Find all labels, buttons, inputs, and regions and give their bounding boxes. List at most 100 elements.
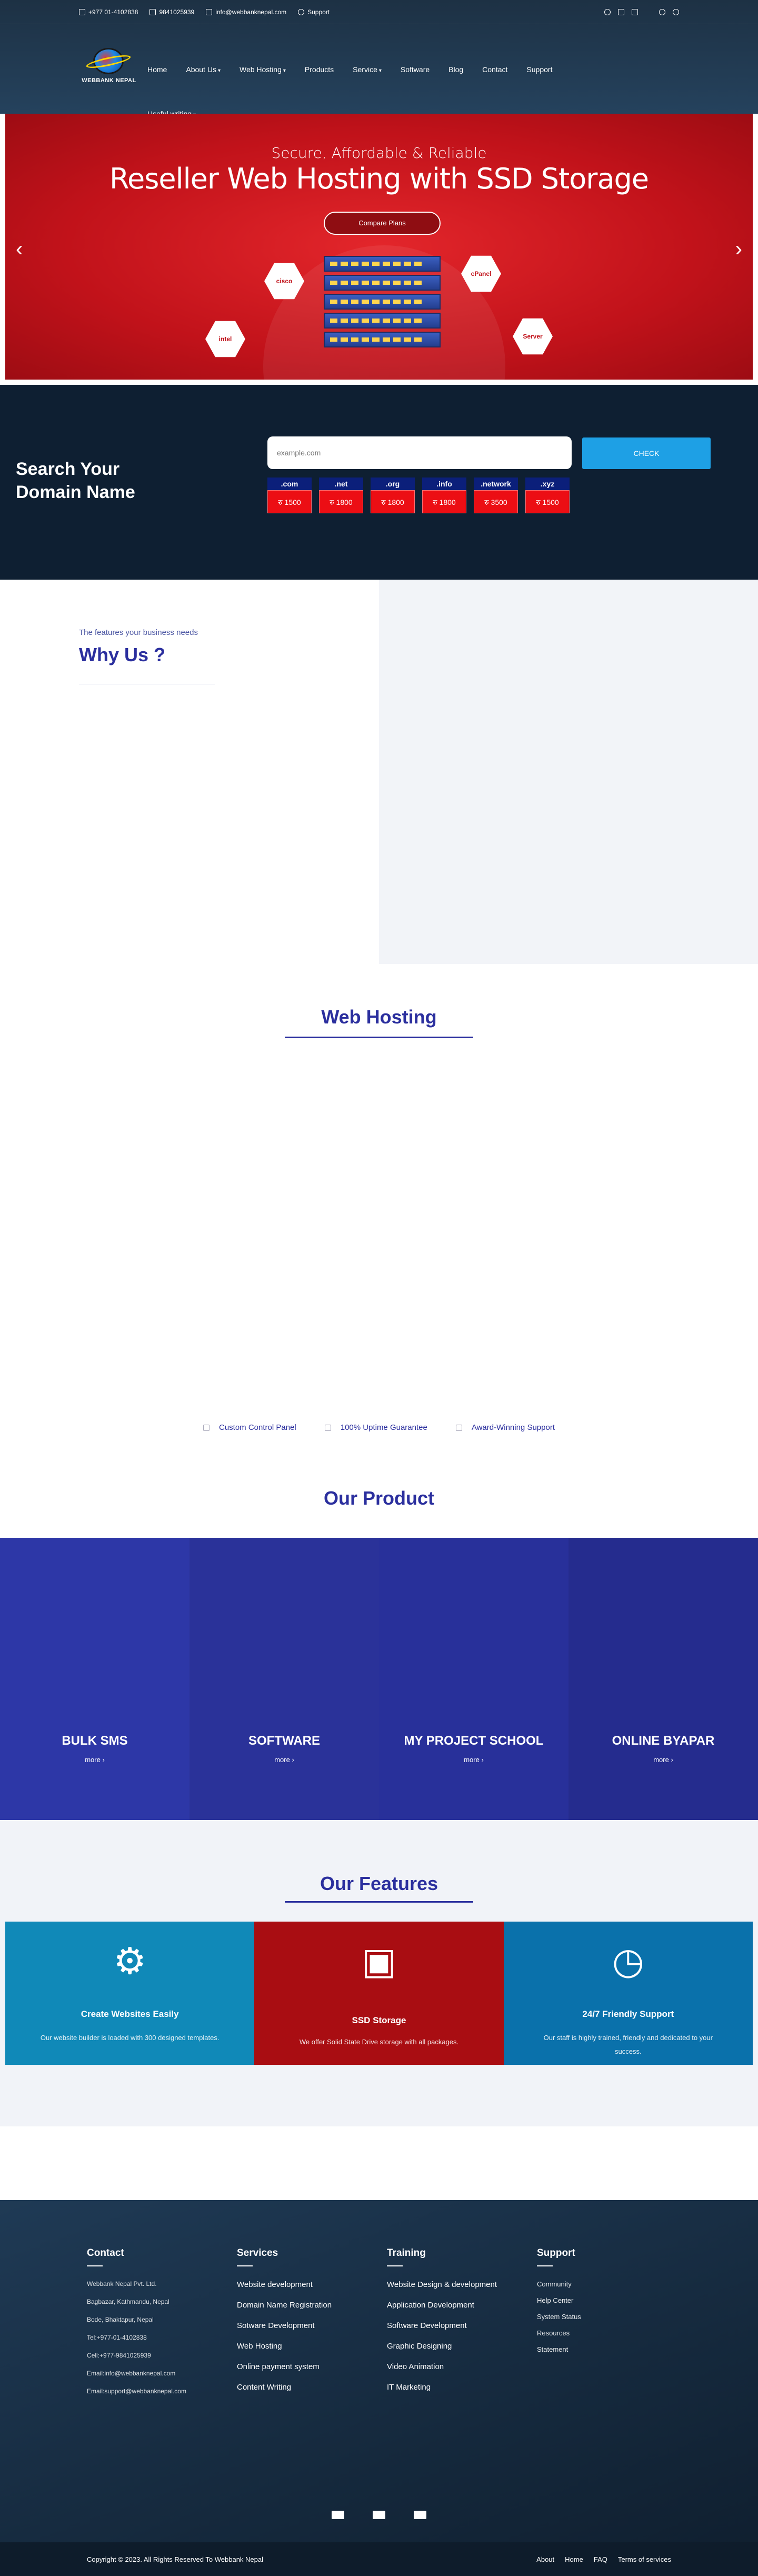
domain-heading-line2: Domain Name	[16, 482, 135, 502]
domain-heading-line1: Search Your	[16, 459, 120, 479]
footer-link[interactable]: Resources	[537, 2329, 581, 2337]
search-icon[interactable]	[673, 8, 679, 15]
tld-name: .com	[267, 478, 312, 490]
contact-line[interactable]: Email:info@webbanknepal.com	[87, 2370, 186, 2377]
footer-support: Support Community Help Center System Sta…	[537, 2247, 581, 2362]
nav-service[interactable]: Service ▾	[353, 65, 382, 74]
more-link[interactable]: more ›	[0, 1756, 190, 1764]
contact-line: Bode, Bhaktapur, Nepal	[87, 2316, 154, 2323]
more-link[interactable]: more ›	[190, 1756, 379, 1764]
product-card[interactable]: ONLINE BYAPAR more ›	[568, 1538, 758, 1820]
contact-line[interactable]: Cell:+977-9841025939	[87, 2352, 186, 2359]
intel-badge: intel	[205, 321, 245, 357]
bottom-link-about[interactable]: About	[536, 2555, 554, 2563]
nav-web-hosting[interactable]: Web Hosting ▾	[240, 65, 286, 74]
nav-products[interactable]: Products	[305, 65, 334, 74]
footer-link[interactable]: Software Development	[387, 2321, 497, 2330]
products-title: Our Product	[323, 1487, 434, 1509]
tld-price: रु 1500	[267, 490, 312, 513]
tld-price: रु 1800	[422, 490, 466, 513]
mobile-icon	[149, 8, 156, 15]
contact-line[interactable]: Email:support@webbanknepal.com	[87, 2388, 186, 2395]
contact-line[interactable]: Tel:+977-01-4102838	[87, 2334, 186, 2341]
nav-about-us[interactable]: About Us ▾	[186, 65, 221, 74]
check-domain-button[interactable]: CHECK	[582, 437, 711, 469]
product-card[interactable]: MY PROJECT SCHOOL more ›	[379, 1538, 568, 1820]
hero-slider: Secure, Affordable & Reliable Reseller W…	[5, 114, 753, 380]
feature-text: We offer Solid State Drive storage with …	[299, 2038, 459, 2046]
footer-link[interactable]: Domain Name Registration	[237, 2301, 332, 2310]
footer-link[interactable]: IT Marketing	[387, 2383, 497, 2392]
payment-card-icon	[332, 2511, 344, 2519]
title-underline	[285, 1037, 473, 1038]
tld-item[interactable]: .com रु 1500	[267, 478, 312, 513]
footer-link[interactable]: Content Writing	[237, 2383, 332, 2392]
tld-name: .info	[422, 478, 466, 490]
tld-name: .org	[371, 478, 415, 490]
youtube-icon[interactable]	[632, 8, 638, 15]
facebook-icon[interactable]	[604, 8, 611, 15]
footer-link[interactable]: Website Design & development	[387, 2280, 497, 2289]
web-hosting-section: Web Hosting Custom Control Panel 100% Up…	[0, 964, 758, 1464]
logo[interactable]: WEBBANK NEPAL	[82, 48, 136, 90]
tld-item[interactable]: .network रु 3500	[474, 478, 518, 513]
product-cards: BULK SMS more › SOFTWARE more › MY PROJECT…	[0, 1538, 758, 1820]
hero-wrap: Secure, Affordable & Reliable Reseller W…	[0, 114, 758, 380]
footer-link[interactable]: Website development	[237, 2280, 332, 2289]
footer-link[interactable]: System Status	[537, 2313, 581, 2321]
mobile-link[interactable]: 9841025939	[149, 8, 194, 16]
nav-label: Web Hosting	[239, 65, 282, 74]
product-card[interactable]: SOFTWARE more ›	[190, 1538, 379, 1820]
footer-link[interactable]: Web Hosting	[237, 2342, 332, 2351]
more-text: more	[274, 1756, 290, 1764]
more-text: more	[464, 1756, 480, 1764]
footer-link[interactable]: Community	[537, 2280, 581, 2288]
tld-item[interactable]: .xyz रु 1500	[525, 478, 570, 513]
footer-link[interactable]: Graphic Designing	[387, 2342, 497, 2351]
more-link[interactable]: more ›	[568, 1756, 758, 1764]
feature-card: ▣ SSD Storage We offer Solid State Drive…	[254, 1922, 504, 2065]
footer-link[interactable]: Help Center	[537, 2296, 581, 2304]
payment-card-icon	[373, 2511, 385, 2519]
nav-support[interactable]: Support	[526, 65, 552, 74]
phone-link[interactable]: +977 01-4102838	[79, 8, 138, 16]
support-link[interactable]: Support	[298, 8, 330, 16]
header: WEBBANK NEPAL Home About Us ▾ Web Hosting…	[0, 24, 758, 118]
rack-unit	[324, 313, 441, 329]
nav-contact[interactable]: Contact	[482, 65, 507, 74]
more-link[interactable]: more ›	[379, 1756, 568, 1764]
bottom-link-faq[interactable]: FAQ	[594, 2555, 607, 2563]
slider-prev-icon[interactable]: ‹	[16, 237, 23, 261]
footer-link[interactable]: Online payment system	[237, 2362, 332, 2371]
nav-software[interactable]: Software	[401, 65, 430, 74]
chevron-right-icon: ›	[102, 1756, 105, 1764]
domain-search-input[interactable]	[267, 436, 572, 469]
tld-price-list: .com रु 1500 .net रु 1800 .org रु 1800 .inf…	[267, 478, 570, 513]
footer-link[interactable]: Sotware Development	[237, 2321, 332, 2330]
compare-plans-button[interactable]: Compare Plans	[324, 212, 441, 235]
why-kicker: The features your business needs	[79, 628, 198, 637]
footer-link[interactable]: Statement	[537, 2345, 581, 2353]
product-name: SOFTWARE	[248, 1734, 320, 1748]
twitter-icon[interactable]	[618, 8, 624, 15]
bottom-link-home[interactable]: Home	[565, 2555, 583, 2563]
tld-item[interactable]: .info रु 1800	[422, 478, 466, 513]
email-link[interactable]: info@webbanknepal.com	[206, 8, 286, 16]
nav-home[interactable]: Home	[147, 65, 167, 74]
tld-item[interactable]: .net रु 1800	[319, 478, 363, 513]
nav-blog[interactable]: Blog	[448, 65, 463, 74]
footer-link[interactable]: Application Development	[387, 2301, 497, 2310]
product-name: MY PROJECT SCHOOL	[404, 1734, 544, 1748]
mobile-text: 9841025939	[159, 8, 195, 16]
user-icon[interactable]	[659, 8, 665, 15]
bottom-link-terms[interactable]: Terms of services	[618, 2555, 671, 2563]
feature-item: Custom Control Panel	[203, 1423, 296, 1432]
slider-next-icon[interactable]: ›	[735, 237, 742, 261]
chevron-right-icon: ›	[481, 1756, 484, 1764]
top-social	[604, 8, 679, 15]
tld-item[interactable]: .org रु 1800	[371, 478, 415, 513]
footer-link[interactable]: Video Animation	[387, 2362, 497, 2371]
product-card[interactable]: BULK SMS more ›	[0, 1538, 190, 1820]
footer-services: Services Website development Domain Name…	[237, 2247, 332, 2403]
contact-line: Webbank Nepal Pvt. Ltd.	[87, 2280, 157, 2287]
